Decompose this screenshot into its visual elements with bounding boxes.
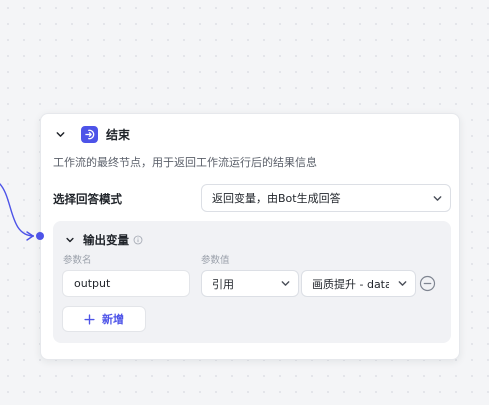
chevron-down-icon (389, 278, 415, 289)
value-type-select[interactable]: 引用 (201, 270, 299, 297)
end-icon (81, 125, 98, 143)
add-variable-button[interactable]: 新增 (62, 306, 146, 332)
output-variables-panel: 输出变量 参数名 参数值 output 引用 画质提升 - data 新增 (53, 221, 451, 343)
node-header: 结束 (53, 125, 130, 143)
plus-icon (84, 313, 95, 325)
column-label-name: 参数名 (63, 255, 92, 266)
answer-mode-select[interactable]: 返回变量，由Bot生成回答 (201, 184, 451, 212)
remove-variable-button[interactable] (419, 275, 436, 292)
reference-value-select[interactable]: 画质提升 - data (301, 270, 416, 297)
answer-mode-value: 返回变量，由Bot生成回答 (212, 192, 341, 205)
info-icon[interactable] (133, 235, 143, 245)
input-port[interactable] (36, 232, 44, 240)
collapse-chevron-icon[interactable] (63, 233, 77, 247)
chevron-down-icon (424, 193, 450, 204)
output-variables-title: 输出变量 (83, 233, 129, 247)
value-type-text: 引用 (212, 277, 234, 291)
add-variable-label: 新增 (102, 313, 124, 326)
collapse-chevron-icon[interactable] (53, 127, 67, 141)
minus-circle-icon (419, 275, 436, 292)
output-variables-header: 输出变量 (63, 232, 143, 248)
end-node[interactable]: 结束 工作流的最终节点，用于返回工作流运行后的结果信息 选择回答模式 返回变量，… (40, 113, 460, 360)
node-title: 结束 (106, 127, 131, 142)
chevron-down-icon (272, 278, 298, 289)
param-name-input[interactable]: output (62, 270, 190, 297)
column-label-value: 参数值 (201, 255, 230, 266)
node-description: 工作流的最终节点，用于返回工作流运行后的结果信息 (53, 156, 317, 169)
answer-mode-label: 选择回答模式 (53, 192, 122, 206)
reference-value-text: 画质提升 - data (312, 277, 389, 291)
